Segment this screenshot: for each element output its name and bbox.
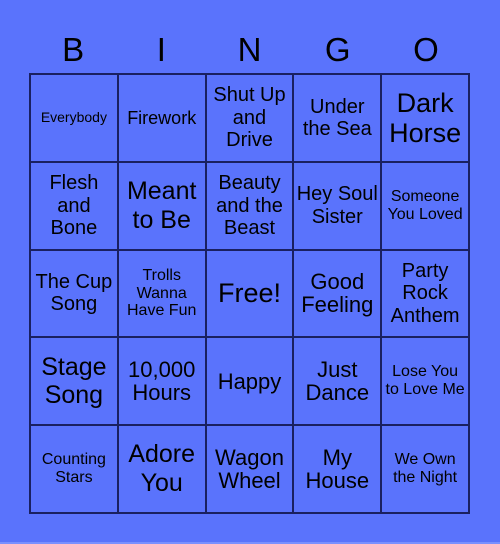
header-letter-g: G	[324, 31, 351, 68]
bingo-cell[interactable]: Wagon Wheel	[205, 425, 294, 513]
bingo-header: B I N G O	[29, 28, 470, 72]
bingo-cell[interactable]: We Own the Night	[381, 425, 469, 513]
bingo-cell[interactable]: The Cup Song	[30, 249, 118, 338]
bingo-cell[interactable]: Happy	[205, 337, 294, 426]
header-letter-n: N	[237, 31, 262, 68]
bingo-cell[interactable]: Lose You to Love Me	[381, 337, 469, 426]
bingo-cell[interactable]: Someone You Loved	[381, 161, 469, 250]
header-letter-b: B	[62, 31, 85, 68]
bingo-cell[interactable]: 10,000 Hours	[117, 337, 206, 426]
bingo-cell[interactable]: Party Rock Anthem	[381, 249, 469, 338]
bingo-cell[interactable]: Trolls Wanna Have Fun	[117, 249, 206, 338]
bingo-cell[interactable]: Everybody	[30, 74, 118, 162]
bingo-cell[interactable]: Adore You	[117, 425, 206, 513]
bingo-cell[interactable]: Counting Stars	[30, 425, 118, 513]
bingo-cell[interactable]: Hey Soul Sister	[293, 161, 382, 250]
bingo-cell[interactable]: Beauty and the Beast	[205, 161, 294, 250]
free-space[interactable]: Free!	[205, 249, 294, 338]
bingo-cell[interactable]: My House	[293, 425, 382, 513]
bingo-cell[interactable]: Under the Sea	[293, 74, 382, 162]
bingo-cell[interactable]: Firework	[117, 74, 206, 162]
bingo-grid: Everybody Firework Shut Up and Drive Und…	[29, 73, 470, 514]
bingo-cell[interactable]: Shut Up and Drive	[205, 74, 294, 162]
bingo-cell[interactable]: Stage Song	[30, 337, 118, 426]
bingo-cell[interactable]: Flesh and Bone	[30, 161, 118, 250]
bingo-cell[interactable]: Meant to Be	[117, 161, 206, 250]
bingo-cell[interactable]: Dark Horse	[381, 74, 469, 162]
header-letter-o: O	[413, 31, 439, 68]
bingo-cell[interactable]: Just Dance	[293, 337, 382, 426]
bingo-cell[interactable]: Good Feeling	[293, 249, 382, 338]
header-letter-i: I	[156, 31, 166, 68]
